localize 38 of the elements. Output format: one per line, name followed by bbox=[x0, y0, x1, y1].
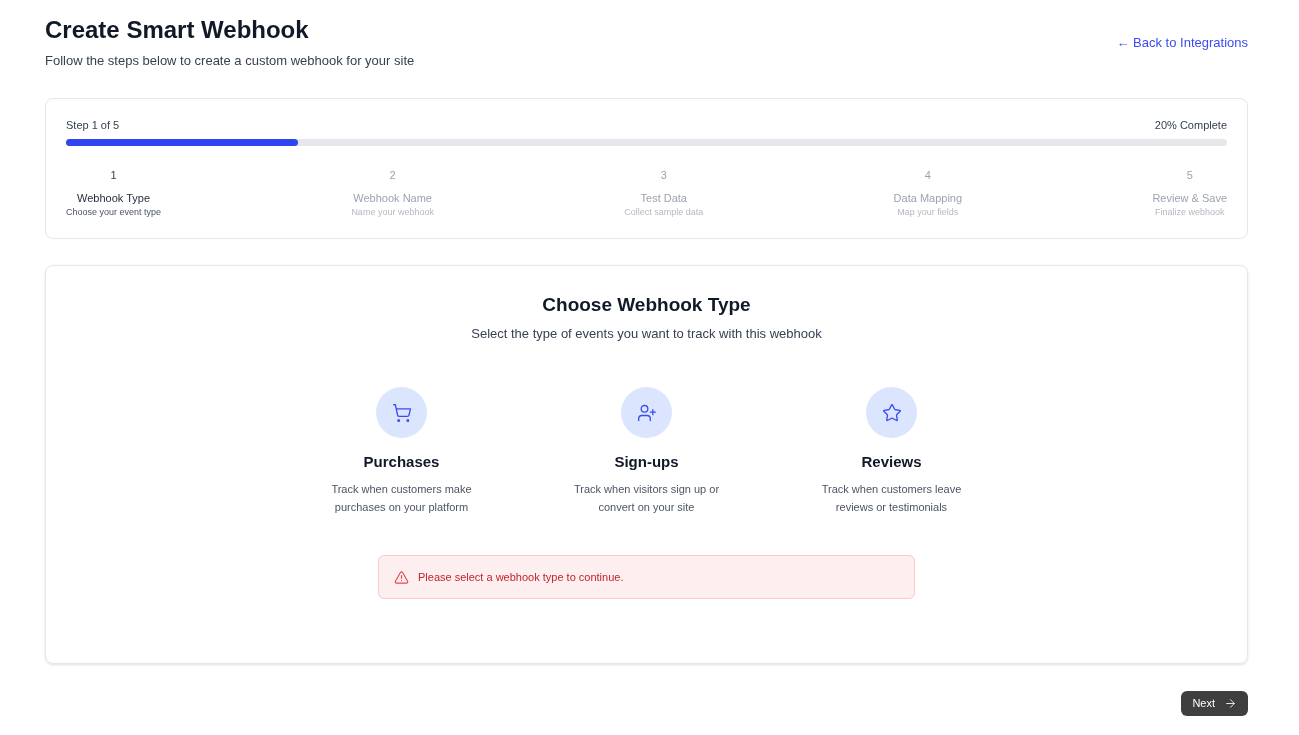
webhook-type-option[interactable]: Purchases Track when customers make purchases on your platform bbox=[279, 387, 524, 516]
option-description: Track when customers make purchases on your platform bbox=[330, 482, 473, 515]
step-title: Review & Save bbox=[1152, 191, 1227, 205]
option-title: Reviews bbox=[861, 452, 922, 472]
option-description: Track when customers leave reviews or testimonials bbox=[820, 482, 963, 515]
step-title: Test Data bbox=[640, 191, 687, 205]
arrow-right-icon bbox=[1224, 697, 1237, 710]
back-link[interactable]: ← Back to Integrations bbox=[1116, 34, 1248, 52]
cart-icon bbox=[391, 402, 412, 423]
option-title: Purchases bbox=[363, 452, 440, 472]
next-button[interactable]: Next bbox=[1181, 691, 1248, 716]
star-icon bbox=[881, 402, 902, 423]
step-number: 2 bbox=[389, 168, 396, 183]
panel-title: Choose Webhook Type bbox=[542, 293, 751, 317]
page-subtitle: Follow the steps below to create a custom webhook for your site bbox=[45, 52, 415, 70]
step-description: Collect sample data bbox=[624, 206, 704, 218]
user-plus-icon bbox=[636, 402, 657, 423]
step-description: Choose your event type bbox=[66, 206, 162, 218]
step-title: Webhook Name bbox=[353, 191, 432, 205]
step-title: Data Mapping bbox=[893, 191, 963, 205]
alert-message: Please select a webhook type to continue. bbox=[418, 570, 624, 585]
panel-subtitle: Select the type of events you want to track with this webhook bbox=[471, 325, 822, 343]
webhook-type-option[interactable]: Sign-ups Track when visitors sign up or convert on your site bbox=[524, 387, 769, 516]
step-number: 1 bbox=[110, 168, 117, 183]
webhook-type-option[interactable]: Reviews Track when customers leave reviews or testimonials bbox=[769, 387, 1014, 516]
option-title: Sign-ups bbox=[614, 452, 679, 472]
page-title: Create Smart Webhook bbox=[45, 15, 310, 45]
step-counter: Step 1 of 5 bbox=[66, 118, 120, 133]
step-number: 5 bbox=[1186, 168, 1193, 183]
warning-icon bbox=[394, 569, 409, 585]
step-number: 4 bbox=[924, 168, 931, 183]
step-description: Map your fields bbox=[897, 206, 959, 218]
step-description: Finalize webhook bbox=[1154, 206, 1225, 218]
step-description: Name your webhook bbox=[351, 206, 434, 218]
percent-complete: 20% Complete bbox=[1154, 118, 1227, 133]
step-title: Webhook Type bbox=[77, 191, 150, 205]
step-number: 3 bbox=[660, 168, 667, 183]
option-description: Track when visitors sign up or convert on your site bbox=[572, 482, 721, 515]
